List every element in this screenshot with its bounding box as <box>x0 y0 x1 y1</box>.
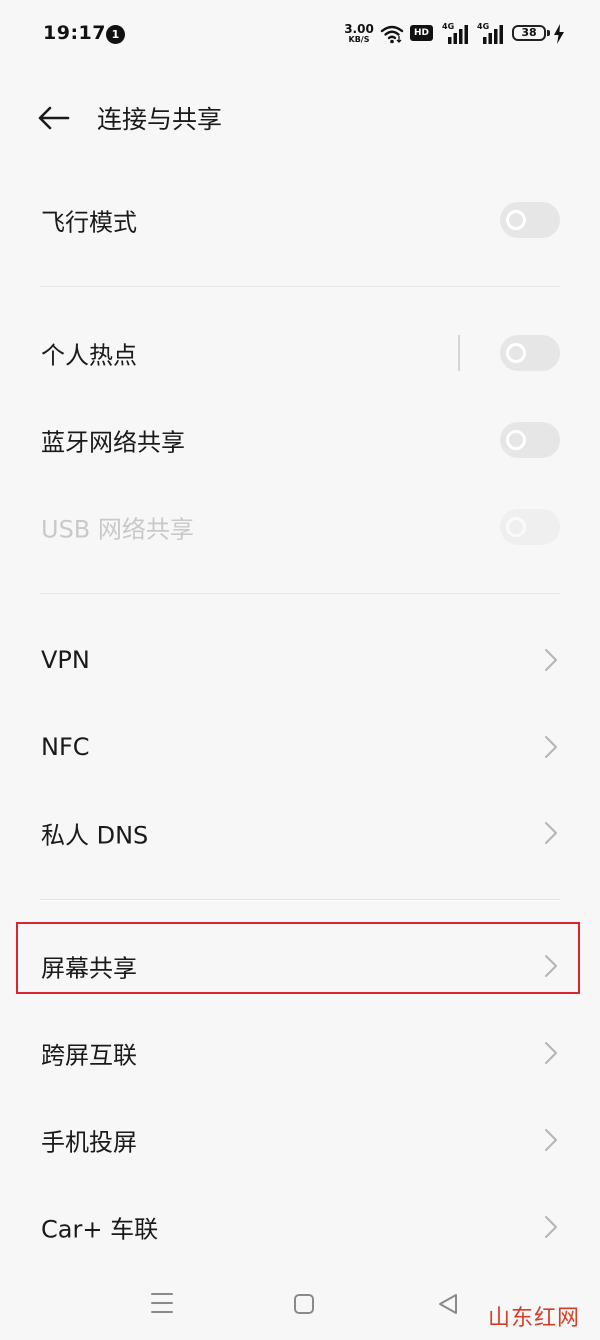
usb-tethering-row: USB 网络共享 <box>0 487 600 567</box>
sim2-signal-icon: 4G <box>477 22 505 44</box>
sim1-signal-icon: 4G <box>442 22 470 44</box>
divider <box>40 286 560 287</box>
notification-badge: 1 <box>106 25 125 44</box>
bluetooth-tethering-row[interactable]: 蓝牙网络共享 <box>0 400 600 480</box>
chevron-right-icon <box>545 1216 557 1238</box>
wifi-icon <box>380 25 404 44</box>
vpn-row[interactable]: VPN <box>0 620 600 700</box>
toggle-knob <box>506 343 526 363</box>
battery-icon: 38 <box>512 25 546 41</box>
triangle-back-icon[interactable] <box>437 1292 459 1316</box>
divider <box>40 899 560 900</box>
highlight-box <box>16 922 580 994</box>
charging-bolt-icon <box>554 24 564 44</box>
toggle-knob <box>506 517 526 537</box>
screen-cast-row[interactable]: 手机投屏 <box>0 1100 600 1180</box>
status-time: 19:17 <box>43 22 106 44</box>
nfc-label: NFC <box>41 733 90 761</box>
back-button[interactable] <box>34 98 74 138</box>
hotspot-toggle[interactable] <box>500 335 560 371</box>
toggle-knob <box>506 430 526 450</box>
network-speed-value: 3.00 <box>344 22 374 36</box>
hd-voice-icon: HD <box>410 25 433 41</box>
battery-tip <box>547 30 550 36</box>
chevron-right-icon <box>545 736 557 758</box>
square-home-icon[interactable] <box>293 1293 315 1315</box>
status-bar: 19:17 1 3.00 KB/S HD 4G 4G 38 <box>0 0 600 70</box>
screen-cast-label: 手机投屏 <box>41 1128 137 1157</box>
hotspot-row[interactable]: 个人热点 <box>0 313 600 393</box>
nfc-row[interactable]: NFC <box>0 707 600 787</box>
hotspot-label: 个人热点 <box>41 341 137 370</box>
chevron-right-icon <box>545 822 557 844</box>
vpn-label: VPN <box>41 646 90 674</box>
airplane-mode-toggle[interactable] <box>500 202 560 238</box>
vertical-separator <box>458 335 460 371</box>
airplane-mode-row[interactable]: 飞行模式 <box>0 180 600 260</box>
car-connect-label: Car+ 车联 <box>41 1215 159 1244</box>
bluetooth-tethering-toggle[interactable] <box>500 422 560 458</box>
watermark: 山东红网 <box>488 1306 581 1331</box>
cross-screen-label: 跨屏互联 <box>41 1041 137 1070</box>
private-dns-row[interactable]: 私人 DNS <box>0 793 600 873</box>
network-speed-unit: KB/S <box>348 35 370 44</box>
airplane-mode-label: 飞行模式 <box>41 208 137 237</box>
usb-tethering-toggle <box>500 509 560 545</box>
toggle-knob <box>506 210 526 230</box>
chevron-right-icon <box>545 1129 557 1151</box>
arrow-left-icon <box>38 106 70 130</box>
network-speed: 3.00 KB/S <box>342 23 376 44</box>
chevron-right-icon <box>545 1042 557 1064</box>
car-connect-row[interactable]: Car+ 车联 <box>0 1187 600 1267</box>
cross-screen-row[interactable]: 跨屏互联 <box>0 1013 600 1093</box>
usb-tethering-label: USB 网络共享 <box>41 515 194 544</box>
bluetooth-tethering-label: 蓝牙网络共享 <box>41 428 185 457</box>
private-dns-label: 私人 DNS <box>41 821 149 850</box>
page-title: 连接与共享 <box>97 105 223 134</box>
divider <box>40 593 560 594</box>
chevron-right-icon <box>545 649 557 671</box>
menu-lines-icon[interactable] <box>150 1290 174 1316</box>
